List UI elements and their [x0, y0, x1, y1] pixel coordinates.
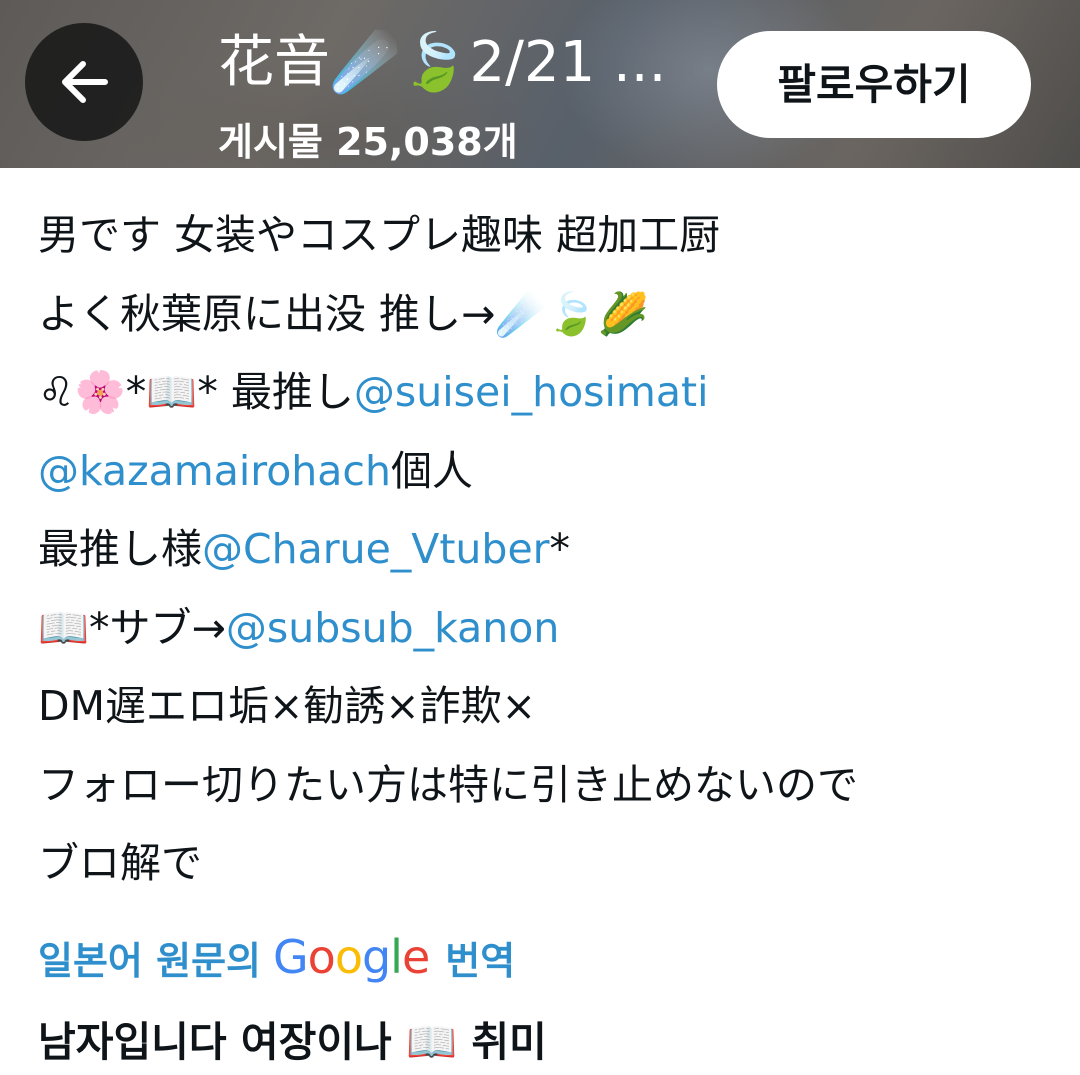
google-logo-letter: G — [273, 930, 309, 984]
bio-line-3: ♌🌸*📖* 最推し@suisei_hosimati — [38, 353, 1058, 432]
bio-text: * — [549, 525, 571, 573]
google-logo-letter: l — [390, 930, 403, 984]
bio-line-7: DM遅エロ垢×勧誘×詐欺× — [38, 682, 537, 730]
google-logo-letter: o — [307, 930, 336, 984]
google-logo-letter: o — [334, 930, 363, 984]
google-logo: Google — [273, 930, 430, 984]
translate-button[interactable]: 일본어 원문의 Google 번역 — [38, 925, 515, 989]
translate-suffix: 번역 — [445, 938, 516, 983]
translate-prefix: 일본어 원문의 — [38, 938, 261, 983]
post-count: 게시물 25,038개 — [218, 120, 518, 164]
profile-header-banner: 花音☄️🍃2/21 ... 게시물 25,038개 팔로우하기 — [0, 0, 1080, 168]
bio-text: ♌🌸*📖* 最推し — [38, 368, 354, 416]
arrow-left-icon — [62, 61, 108, 103]
bio-text: 📖*サブ→ — [38, 603, 226, 652]
bio-text: 個人 — [390, 446, 473, 495]
bio-line-2: よく秋葉原に出没 推し→☄️🍃🌽 — [38, 289, 649, 338]
mention-link-subsub[interactable]: @subsub_kanon — [226, 604, 559, 652]
bio-line-9: ブロ解で — [38, 839, 202, 887]
translated-bio: 남자입니다 여장이나 📖 취미 — [38, 1018, 547, 1066]
google-logo-letter: g — [361, 930, 391, 984]
bio-text: 最推し様 — [38, 525, 202, 573]
follow-button[interactable]: 팔로우하기 — [717, 31, 1031, 138]
profile-bio: 男です 女装やコスプレ趣味 超加工厨 よく秋葉原に出没 推し→☄️🍃🌽 ♌🌸*📖… — [38, 196, 1058, 903]
mention-link-suisei[interactable]: @suisei_hosimati — [354, 368, 709, 416]
bio-line-5: 最推し様@Charue_Vtuber* — [38, 510, 1058, 589]
mention-link-charue[interactable]: @Charue_Vtuber — [202, 525, 550, 573]
bio-line-6: 📖*サブ→@subsub_kanon — [38, 589, 1058, 668]
bio-line-8: フォロー切りたい方は特に引き止めないので — [38, 760, 858, 809]
bio-line-4: @kazamairohach個人 — [38, 432, 1058, 511]
mention-link-kazama[interactable]: @kazamairohach — [38, 447, 391, 495]
profile-name: 花音☄️🍃2/21 ... — [218, 30, 667, 95]
google-logo-letter: e — [401, 930, 430, 984]
back-button[interactable] — [25, 23, 143, 141]
bio-line-1: 男です 女装やコスプレ趣味 超加工厨 — [38, 211, 721, 259]
